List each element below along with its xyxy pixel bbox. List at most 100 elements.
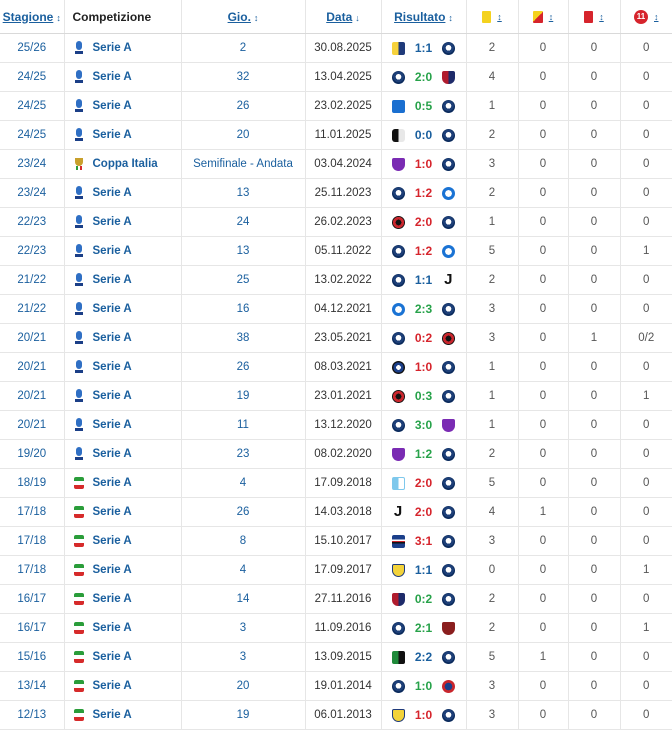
atalanta-crest-icon[interactable] bbox=[442, 592, 456, 606]
matchday-link[interactable]: 26 bbox=[181, 497, 306, 527]
napoli-crest-icon[interactable] bbox=[442, 244, 456, 258]
atalanta-crest-icon[interactable] bbox=[442, 650, 456, 664]
season-link[interactable]: 23/24 bbox=[0, 178, 65, 208]
competition-link[interactable]: Serie A bbox=[93, 651, 132, 663]
parma-crest-icon[interactable] bbox=[391, 41, 405, 55]
sort-icon[interactable]: ↕ bbox=[599, 12, 604, 22]
competition-cell[interactable]: Serie A bbox=[64, 410, 182, 440]
competition-link[interactable]: Serie A bbox=[93, 622, 132, 634]
competition-link[interactable]: Serie A bbox=[93, 361, 132, 373]
score-link[interactable]: 0:2 bbox=[415, 331, 432, 345]
season-link[interactable]: 13/14 bbox=[0, 671, 65, 701]
season-link[interactable]: 20/21 bbox=[0, 410, 65, 440]
matchday-header[interactable]: Gio. ↕ bbox=[181, 0, 306, 34]
atalanta-crest-icon[interactable] bbox=[442, 128, 456, 142]
competition-link[interactable]: Serie A bbox=[93, 419, 132, 431]
season-link[interactable]: 22/23 bbox=[0, 207, 65, 237]
atalanta-crest-icon[interactable] bbox=[442, 215, 456, 229]
score-link[interactable]: 1:2 bbox=[415, 186, 432, 200]
atalanta-crest-icon[interactable] bbox=[442, 157, 456, 171]
season-sort-link[interactable]: Stagione bbox=[3, 10, 54, 24]
atalanta-crest-icon[interactable] bbox=[442, 447, 456, 461]
competition-link[interactable]: Serie A bbox=[93, 477, 132, 489]
score-link[interactable]: 3:0 bbox=[415, 418, 432, 432]
competition-cell[interactable]: Coppa Italia bbox=[64, 149, 182, 179]
competition-link[interactable]: Serie A bbox=[93, 42, 132, 54]
competition-cell[interactable]: Serie A bbox=[64, 439, 182, 469]
score-link[interactable]: 1:0 bbox=[415, 679, 432, 693]
season-header[interactable]: Stagione ↕ bbox=[0, 0, 65, 34]
competition-cell[interactable]: Serie A bbox=[64, 671, 182, 701]
chievo-crest-icon[interactable] bbox=[391, 563, 405, 577]
competition-cell[interactable]: Serie A bbox=[64, 62, 182, 92]
matchday-link[interactable]: 13 bbox=[181, 178, 306, 208]
competition-cell[interactable]: Serie A bbox=[64, 584, 182, 614]
season-link[interactable]: 20/21 bbox=[0, 381, 65, 411]
milan-crest-icon[interactable] bbox=[391, 215, 405, 229]
matchday-link[interactable]: 26 bbox=[181, 352, 306, 382]
season-link[interactable]: 24/25 bbox=[0, 91, 65, 121]
competition-cell[interactable]: Serie A bbox=[64, 207, 182, 237]
season-link[interactable]: 25/26 bbox=[0, 33, 65, 63]
competition-cell[interactable]: Serie A bbox=[64, 178, 182, 208]
matchday-link[interactable]: 20 bbox=[181, 671, 306, 701]
catania-crest-icon[interactable] bbox=[442, 679, 456, 693]
atalanta-crest-icon[interactable] bbox=[442, 534, 456, 548]
penalties-header[interactable]: 11 ↕ bbox=[620, 0, 672, 34]
season-link[interactable]: 17/18 bbox=[0, 497, 65, 527]
matchday-link[interactable]: 11 bbox=[181, 410, 306, 440]
competition-link[interactable]: Serie A bbox=[93, 448, 132, 460]
matchday-sort-link[interactable]: Gio. bbox=[228, 10, 251, 24]
season-link[interactable]: 24/25 bbox=[0, 120, 65, 150]
score-link[interactable]: 2:2 bbox=[415, 650, 432, 664]
competition-cell[interactable]: Serie A bbox=[64, 642, 182, 672]
atalanta-crest-icon[interactable] bbox=[442, 389, 456, 403]
competition-cell[interactable]: Serie A bbox=[64, 613, 182, 643]
competition-link[interactable]: Serie A bbox=[93, 593, 132, 605]
season-link[interactable]: 23/24 bbox=[0, 149, 65, 179]
competition-cell[interactable]: Serie A bbox=[64, 236, 182, 266]
competition-cell[interactable]: Serie A bbox=[64, 120, 182, 150]
season-link[interactable]: 12/13 bbox=[0, 700, 65, 730]
torino-crest-icon[interactable] bbox=[442, 621, 456, 635]
score-link[interactable]: 0:2 bbox=[415, 592, 432, 606]
matchday-link[interactable]: 3 bbox=[181, 613, 306, 643]
spal-crest-icon[interactable] bbox=[391, 476, 405, 490]
competition-link[interactable]: Serie A bbox=[93, 303, 132, 315]
matchday-link[interactable]: 20 bbox=[181, 120, 306, 150]
score-link[interactable]: 2:0 bbox=[415, 215, 432, 229]
atalanta-crest-icon[interactable] bbox=[442, 99, 456, 113]
matchday-link[interactable]: 26 bbox=[181, 91, 306, 121]
matchday-link[interactable]: 23 bbox=[181, 439, 306, 469]
milan-crest-icon[interactable] bbox=[442, 331, 456, 345]
score-link[interactable]: 3:1 bbox=[415, 534, 432, 548]
competition-cell[interactable]: Serie A bbox=[64, 526, 182, 556]
score-link[interactable]: 0:5 bbox=[415, 99, 432, 113]
atalanta-crest-icon[interactable] bbox=[442, 505, 456, 519]
sampdoria-crest-icon[interactable] bbox=[391, 534, 405, 548]
score-link[interactable]: 2:0 bbox=[415, 505, 432, 519]
season-link[interactable]: 17/18 bbox=[0, 555, 65, 585]
score-link[interactable]: 2:0 bbox=[415, 70, 432, 84]
sort-icon[interactable]: ↕ bbox=[549, 12, 554, 22]
napoli-crest-icon[interactable] bbox=[442, 186, 456, 200]
score-link[interactable]: 0:0 bbox=[415, 128, 432, 142]
season-link[interactable]: 19/20 bbox=[0, 439, 65, 469]
chievo-crest-icon[interactable] bbox=[391, 708, 405, 722]
result-sort-link[interactable]: Risultato bbox=[394, 10, 445, 24]
competition-link[interactable]: Serie A bbox=[93, 274, 132, 286]
milan-crest-icon[interactable] bbox=[391, 389, 405, 403]
atalanta-crest-icon[interactable] bbox=[391, 70, 405, 84]
atalanta-crest-icon[interactable] bbox=[391, 418, 405, 432]
competition-link[interactable]: Serie A bbox=[93, 71, 132, 83]
competition-cell[interactable]: Serie A bbox=[64, 91, 182, 121]
sort-icon[interactable]: ↕ bbox=[497, 12, 502, 22]
fiorentina-crest-icon[interactable] bbox=[391, 447, 405, 461]
competition-cell[interactable]: Serie A bbox=[64, 323, 182, 353]
atalanta-crest-icon[interactable] bbox=[391, 186, 405, 200]
score-link[interactable]: 1:1 bbox=[415, 273, 432, 287]
competition-link[interactable]: Serie A bbox=[93, 245, 132, 257]
score-link[interactable]: 2:0 bbox=[415, 476, 432, 490]
season-link[interactable]: 21/22 bbox=[0, 294, 65, 324]
atalanta-crest-icon[interactable] bbox=[391, 244, 405, 258]
